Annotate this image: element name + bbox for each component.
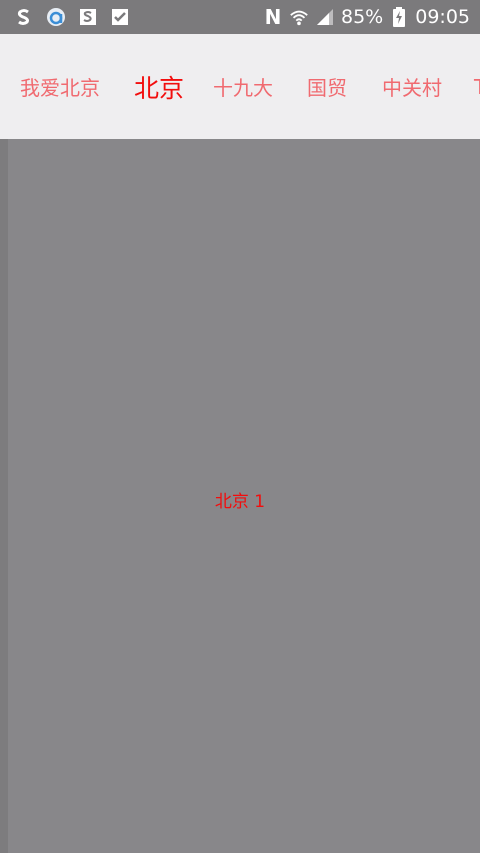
s-note-icon — [78, 7, 98, 27]
check-icon — [110, 7, 130, 27]
s-app-icon — [14, 7, 34, 27]
tab-shijiuda[interactable]: 十九大 — [213, 34, 273, 139]
tab-wo-ai-beijing[interactable]: 我爱北京 — [20, 34, 100, 139]
tab-zhongguancun[interactable]: 中关村 — [382, 34, 442, 139]
battery-charging-icon — [389, 7, 409, 27]
tab-guomao[interactable]: 国贸 — [307, 34, 347, 139]
battery-percent: 85% — [341, 6, 384, 28]
clock: 09:05 — [415, 6, 470, 28]
tab-beijing[interactable]: 北京 — [134, 34, 184, 139]
tab-next-partial[interactable]: T — [474, 34, 480, 139]
browser-icon — [46, 7, 66, 27]
signal-icon — [315, 7, 335, 27]
page-label: 北京 1 — [214, 492, 266, 512]
tab-content-pager[interactable]: 北京 1 — [0, 139, 480, 853]
notification-icons — [14, 7, 130, 27]
category-tab-bar: 我爱北京 北京 十九大 国贸 中关村 T — [0, 34, 480, 139]
wifi-icon — [289, 7, 309, 27]
system-status: N 85% 09:05 — [263, 5, 470, 29]
nfc-icon: N — [264, 5, 282, 29]
status-bar: N 85% 09:05 — [0, 0, 480, 34]
